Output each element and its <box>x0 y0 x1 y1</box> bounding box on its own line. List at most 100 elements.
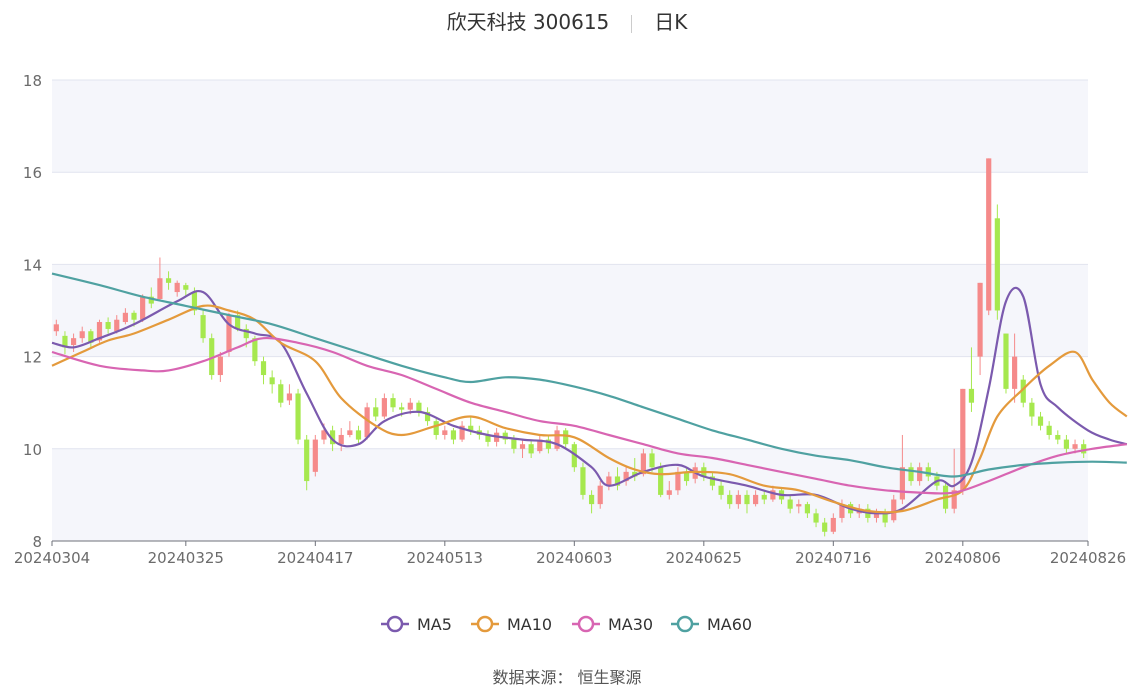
source-label: 数据来源： <box>492 668 573 687</box>
x-tick-label: 20240826 <box>1050 549 1126 567</box>
x-tick-label: 20240716 <box>795 549 871 567</box>
candle-body <box>338 434 344 445</box>
candle-body <box>744 494 750 505</box>
candle-body <box>1055 434 1061 440</box>
legend[interactable]: MA5 MA10 MA30 MA60 <box>381 615 752 634</box>
candle-body <box>114 319 120 332</box>
candle-body <box>735 494 741 505</box>
candle-body <box>347 430 353 435</box>
candle-body <box>174 282 180 293</box>
candle-body <box>355 430 362 440</box>
kline-chart: 81012141618 20240304 20240325 20240417 2024… <box>14 72 1128 634</box>
legend-marker-ma10 <box>476 615 494 633</box>
legend-label-ma5: MA5 <box>417 615 452 634</box>
candle-body <box>304 439 310 482</box>
y-tick-label: 10 <box>23 441 42 459</box>
candle-body <box>1063 439 1070 449</box>
x-tick-label: 20240603 <box>536 549 612 567</box>
y-tick-label: 16 <box>23 164 42 182</box>
legend-marker-ma5 <box>386 615 404 633</box>
candle-body <box>122 312 128 323</box>
y-axis: 81012141618 <box>23 72 42 551</box>
candle-body <box>312 439 318 472</box>
candle-body <box>830 517 836 532</box>
candle-body <box>511 439 517 449</box>
candle-body <box>373 407 379 417</box>
candle-body <box>649 453 655 468</box>
candle-body <box>200 315 206 339</box>
legend-label-ma60: MA60 <box>707 615 752 634</box>
x-tick-label: 20240513 <box>407 549 483 567</box>
candle-body <box>183 285 189 290</box>
y-tick-label: 14 <box>23 256 42 274</box>
chart-page: 欣天科技 300615 日K 8 10 12 14 16 18 20240304 202403… <box>0 0 1134 689</box>
candle-body <box>994 218 1000 311</box>
candle-body <box>891 499 897 521</box>
data-source: 数据来源： 恒生聚源 <box>0 664 1134 688</box>
candle-body <box>882 513 888 523</box>
candle-body <box>597 485 603 505</box>
candle-body <box>563 430 569 445</box>
candle-body <box>986 158 992 311</box>
candle-body <box>1037 416 1044 426</box>
candle-body <box>381 398 387 417</box>
candle-body <box>580 467 586 495</box>
candle-body <box>131 312 137 320</box>
candle-body <box>813 513 819 523</box>
x-tick-label: 20240806 <box>925 549 1001 567</box>
candle-body <box>753 494 759 505</box>
legend-marker-ma60 <box>676 615 694 633</box>
x-tick-label: 20240625 <box>666 549 742 567</box>
x-tick-label: 20240325 <box>148 549 224 567</box>
candle-body <box>787 499 793 509</box>
candle-body <box>1003 333 1009 389</box>
candle-body <box>925 467 931 477</box>
candle-body <box>1046 425 1052 435</box>
candle-body <box>79 331 85 339</box>
x-tick-label: 20240417 <box>277 549 353 567</box>
candle-body <box>977 282 983 357</box>
candle-body <box>666 490 672 495</box>
source-value: 恒生聚源 <box>577 668 642 687</box>
candle-body <box>390 398 396 408</box>
candle-body <box>899 467 905 500</box>
candle-body <box>1029 402 1035 417</box>
candle-body <box>1072 444 1078 449</box>
candle-body <box>217 356 223 376</box>
candle-body <box>433 421 439 435</box>
x-axis: 20240304 20240325 20240417 20240513 20240603… <box>14 540 1126 567</box>
candle-body <box>1081 444 1087 454</box>
candle-body <box>796 504 802 507</box>
legend-label-ma30: MA30 <box>608 615 653 634</box>
candle-body <box>295 393 301 440</box>
candle-body <box>968 388 975 403</box>
y-tick-label: 12 <box>23 349 42 367</box>
candle-body <box>658 467 664 495</box>
candle-body <box>399 407 405 410</box>
candle-body <box>105 322 111 329</box>
candle-body <box>528 444 534 454</box>
candle-body <box>718 485 724 495</box>
candle-body <box>53 324 59 332</box>
candle-body <box>278 384 284 403</box>
candle-body <box>269 377 275 385</box>
candle-body <box>822 522 828 532</box>
candle-body <box>260 361 267 376</box>
candle-body <box>908 467 914 482</box>
candle-body <box>407 402 413 410</box>
legend-label-ma10: MA10 <box>507 615 552 634</box>
candle-body <box>157 278 163 299</box>
candle-body <box>165 278 172 283</box>
x-tick-label: 20240304 <box>14 549 90 567</box>
candle-body <box>727 494 733 505</box>
candle-body <box>70 338 77 346</box>
candle-body <box>140 296 146 320</box>
candle-body <box>761 494 767 500</box>
legend-marker-ma30 <box>577 615 595 633</box>
candle-body <box>226 315 232 352</box>
grid-band <box>52 80 1088 173</box>
candle-body <box>450 430 457 440</box>
candle-body <box>442 430 448 435</box>
candle-body <box>675 471 681 491</box>
candle-body <box>917 467 923 482</box>
